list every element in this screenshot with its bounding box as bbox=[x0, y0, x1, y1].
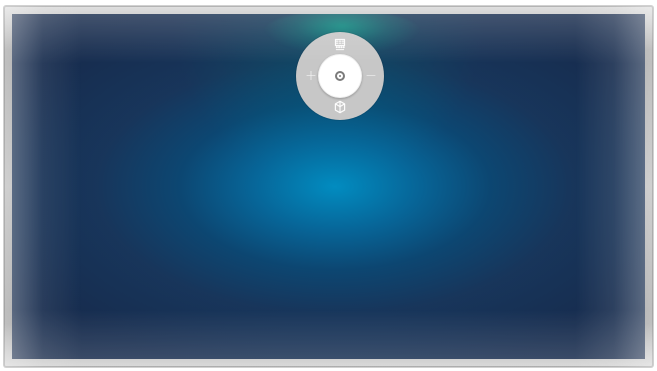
select-dot-icon bbox=[335, 71, 345, 81]
tv-screen: + − bbox=[12, 14, 645, 359]
cube-button[interactable] bbox=[332, 98, 348, 116]
cube-icon bbox=[334, 100, 346, 114]
numpad-button[interactable] bbox=[330, 36, 350, 54]
minus-label: − bbox=[365, 68, 377, 84]
plus-label: + bbox=[305, 68, 317, 84]
remote-wheel: + − bbox=[296, 32, 384, 120]
minus-button[interactable]: − bbox=[362, 66, 380, 86]
tv-frame: + − bbox=[4, 6, 653, 367]
center-select-button[interactable] bbox=[318, 54, 362, 98]
numpad-icon bbox=[334, 38, 346, 51]
